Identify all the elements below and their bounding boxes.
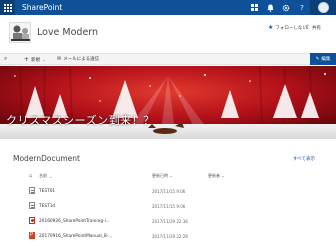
gear-icon[interactable] (278, 0, 294, 15)
app-grid-icon[interactable] (246, 0, 262, 15)
file-name[interactable]: 20170916_SharePointManual_B-... (39, 234, 112, 239)
chevron-down-icon: ⌄ (49, 173, 53, 179)
chevron-down-icon: ⌄ (42, 57, 46, 62)
command-bar: ⌕ + 新規 ⌄ ✉ メールによる送信 ✎ 編集 (0, 53, 336, 65)
show-all-link[interactable]: すべて表示 (293, 156, 315, 162)
table-row[interactable]: 20170916_SharePointManual_B-... 2017/11/… (29, 229, 329, 244)
modified-date: 2017/11/15 9:06 (152, 204, 186, 209)
file-name[interactable]: TEST01 (39, 189, 55, 194)
column-header-modified[interactable]: 更新日時 ⌄ (152, 173, 208, 179)
site-header: Love Modern ★ フォローしない ⇪ 共有 (0, 15, 336, 51)
avatar (317, 2, 329, 13)
search-icon[interactable]: ⌕ (4, 55, 7, 63)
column-header-label: 名前 (39, 173, 47, 178)
app-launcher-icon (3, 3, 12, 12)
help-icon[interactable]: ? (294, 0, 310, 15)
column-header-name[interactable]: 名前 ⌄ (39, 173, 152, 179)
pencil-icon: ✎ (315, 56, 320, 62)
follow-label: フォローしない (275, 25, 307, 31)
file-name[interactable]: 20160926_SharePointTraining-i... (39, 219, 110, 224)
hero-banner[interactable]: クリスマスシーズン到来！？ (0, 66, 336, 139)
app-launcher-button[interactable] (0, 0, 15, 15)
document-list: ▫ 名前 ⌄ 更新日時 ⌄ 更新者 ⌄ TEST01 2017/11/15 9:… (29, 168, 329, 244)
modified-date: 2017/11/29 22:28 (152, 234, 188, 239)
table-row[interactable]: TEST1d 2017/11/15 9:06 (29, 199, 329, 214)
pdf-file-icon (29, 217, 35, 224)
bell-icon[interactable] (262, 0, 278, 15)
suite-bar: SharePoint ? (0, 0, 336, 15)
column-header-modified-by[interactable]: 更新者 ⌄ (208, 173, 268, 179)
suite-brand[interactable]: SharePoint (22, 3, 62, 12)
modified-date: 2017/11/29 22:38 (152, 219, 188, 224)
mail-icon: ✉ (57, 56, 62, 62)
plus-icon: + (24, 56, 30, 63)
share-label: 共有 (312, 25, 322, 31)
chevron-down-icon: ⌄ (169, 173, 173, 178)
hero-text: クリスマスシーズン到来！？ (6, 114, 155, 127)
powerpoint-file-icon (29, 232, 35, 239)
table-row[interactable]: 20160926_SharePointTraining-i... 2017/11… (29, 214, 329, 229)
follow-button[interactable]: ★ フォローしない (268, 24, 307, 31)
list-header: ▫ 名前 ⌄ 更新日時 ⌄ 更新者 ⌄ (29, 168, 329, 184)
edit-label: 編集 (321, 57, 331, 62)
table-row[interactable]: TEST01 2017/11/15 9:06 (29, 184, 329, 199)
share-button[interactable]: ⇪ 共有 (305, 24, 321, 31)
email-label: メールによる送信 (63, 57, 100, 62)
column-header-label: 更新者 (208, 173, 220, 178)
hero-image (0, 66, 336, 139)
new-button[interactable]: + 新規 ⌄ (24, 56, 45, 63)
email-button[interactable]: ✉ メールによる送信 (57, 56, 99, 62)
star-icon: ★ (268, 24, 274, 31)
file-type-header[interactable]: ▫ (29, 173, 39, 179)
section-title[interactable]: ModernDocument (13, 154, 80, 163)
document-icon: ▫ (29, 173, 33, 179)
text-file-icon (29, 202, 35, 209)
share-icon: ⇪ (305, 24, 311, 31)
suite-icons: ? (246, 0, 310, 15)
site-logo[interactable] (9, 22, 31, 43)
column-header-label: 更新日時 (152, 173, 168, 178)
text-file-icon (29, 187, 35, 194)
user-avatar-button[interactable] (310, 0, 336, 15)
modified-date: 2017/11/15 9:06 (152, 189, 186, 194)
file-name[interactable]: TEST1d (39, 204, 55, 209)
new-label: 新規 (31, 57, 41, 63)
edit-button[interactable]: ✎ 編集 (310, 53, 336, 65)
site-title[interactable]: Love Modern (37, 27, 98, 38)
chevron-down-icon: ⌄ (221, 173, 225, 178)
